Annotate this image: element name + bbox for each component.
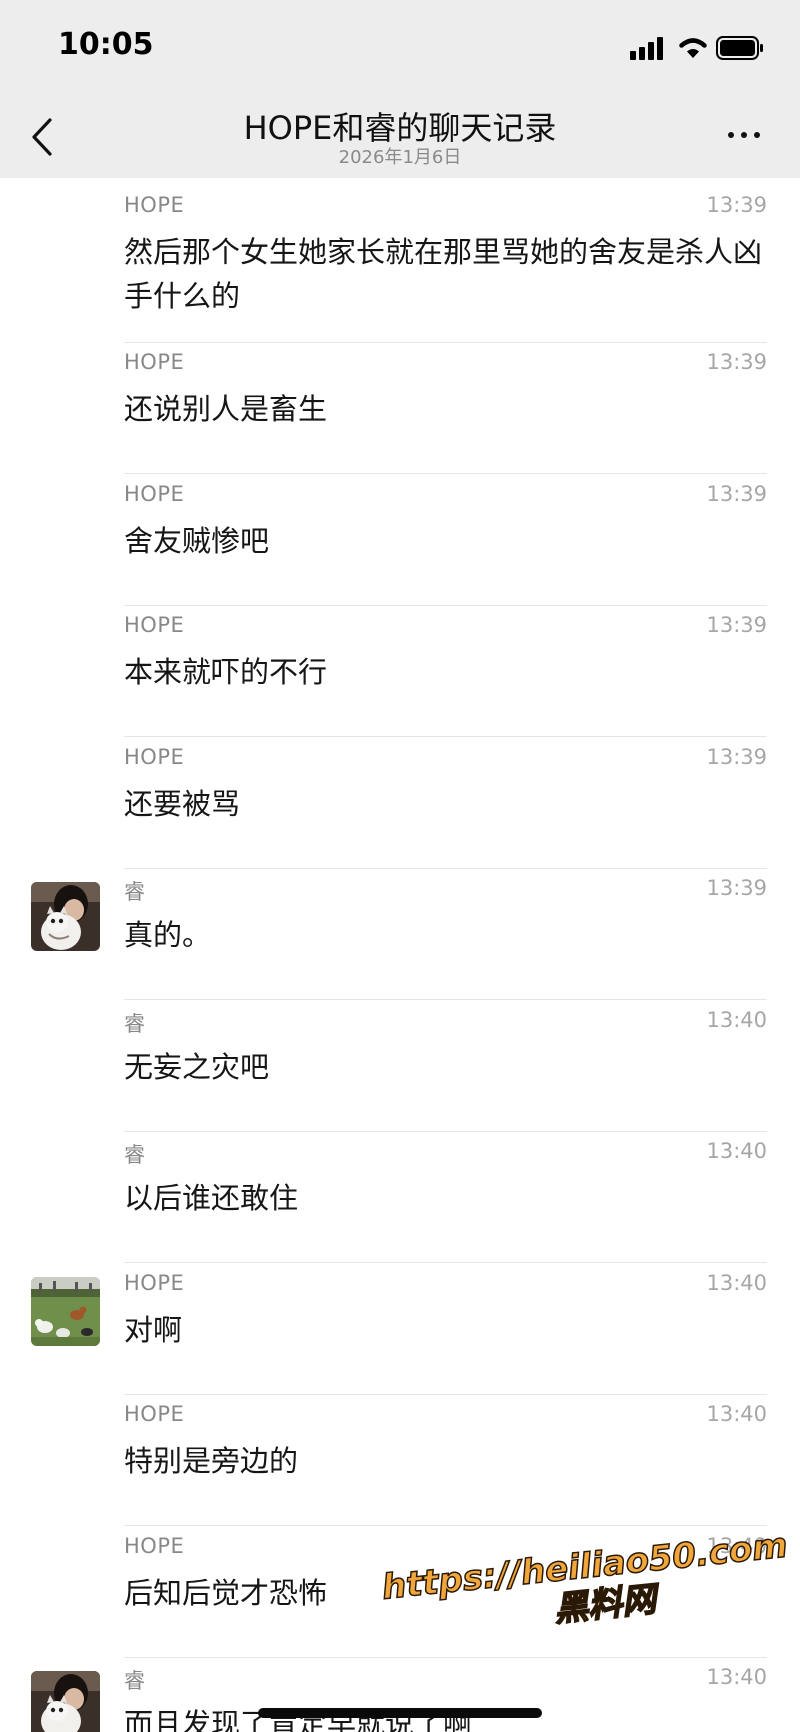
message-item: 睿 13:40 而且发现了肯定早就说了啊 bbox=[0, 1658, 800, 1732]
message-time: 13:39 bbox=[706, 482, 767, 506]
message-item: 睿 13:39 真的。 bbox=[0, 869, 800, 1000]
avatar-dogs-on-lawn-icon bbox=[31, 1277, 100, 1346]
message-text: 然后那个女生她家长就在那里骂她的舍友是杀人凶手什么的 bbox=[124, 235, 763, 313]
message-time: 13:39 bbox=[706, 193, 767, 217]
avatar-person-with-cat-icon bbox=[31, 882, 100, 951]
divider bbox=[124, 473, 767, 474]
wifi-icon bbox=[679, 38, 707, 58]
message-text: 舍友贼惨吧 bbox=[124, 524, 270, 558]
message-sender: 睿 bbox=[124, 1669, 146, 1693]
message-time: 13:40 bbox=[706, 1271, 767, 1295]
message-item: HOPE 13:40 特别是旁边的 bbox=[0, 1395, 800, 1526]
divider bbox=[124, 999, 767, 1000]
message-item: 睿 13:40 以后谁还敢住 bbox=[0, 1132, 800, 1263]
message-text: 无妄之灾吧 bbox=[124, 1050, 270, 1084]
message-time: 13:39 bbox=[706, 876, 767, 900]
message-time: 13:40 bbox=[706, 1665, 767, 1689]
message-sender: HOPE bbox=[124, 193, 185, 217]
message-time: 13:39 bbox=[706, 613, 767, 637]
message-item: HOPE 13:40 对啊 bbox=[0, 1264, 800, 1395]
back-chevron-icon[interactable] bbox=[22, 112, 66, 162]
message-text: 对啊 bbox=[124, 1313, 183, 1347]
divider bbox=[124, 1262, 767, 1263]
message-text: 以后谁还敢住 bbox=[124, 1181, 299, 1215]
message-item: HOPE 13:39 舍友贼惨吧 bbox=[0, 475, 800, 606]
message-item: 睿 13:40 无妄之灾吧 bbox=[0, 1001, 800, 1132]
message-time: 13:40 bbox=[706, 1139, 767, 1163]
message-time: 13:39 bbox=[706, 745, 767, 769]
cellular-signal-icon bbox=[630, 36, 666, 60]
home-indicator[interactable] bbox=[258, 1708, 542, 1718]
message-item: HOPE 13:39 还要被骂 bbox=[0, 738, 800, 869]
message-sender: HOPE bbox=[124, 350, 185, 374]
avatar[interactable] bbox=[31, 1671, 100, 1732]
message-sender: 睿 bbox=[124, 1012, 146, 1036]
message-sender: HOPE bbox=[124, 1534, 185, 1558]
divider bbox=[124, 736, 767, 737]
status-time: 10:05 bbox=[58, 27, 154, 62]
message-text: 还要被骂 bbox=[124, 787, 241, 821]
message-text: 特别是旁边的 bbox=[124, 1444, 299, 1478]
message-text: 本来就吓的不行 bbox=[124, 655, 328, 689]
message-text: 还说别人是畜生 bbox=[124, 392, 328, 426]
message-text: 真的。 bbox=[124, 918, 212, 952]
battery-icon bbox=[716, 36, 763, 60]
message-time: 13:40 bbox=[706, 1402, 767, 1426]
message-sender: HOPE bbox=[124, 613, 185, 637]
message-sender: 睿 bbox=[124, 880, 146, 904]
more-options-icon[interactable] bbox=[722, 122, 766, 148]
message-time: 13:39 bbox=[706, 350, 767, 374]
avatar-person-with-cat-icon bbox=[31, 1671, 100, 1732]
chat-date: 2026年1月6日 bbox=[338, 147, 462, 168]
message-list[interactable]: HOPE 13:39 然后那个女生她家长就在那里骂她的舍友是杀人凶手什么的 HO… bbox=[0, 178, 800, 1732]
message-sender: HOPE bbox=[124, 482, 185, 506]
message-time: 13:40 bbox=[706, 1008, 767, 1032]
message-sender: HOPE bbox=[124, 1271, 185, 1295]
avatar[interactable] bbox=[31, 882, 100, 951]
message-sender: HOPE bbox=[124, 1402, 185, 1426]
top-bar: 10:05 HOPE和睿的聊天记录 2026年1月6日 bbox=[0, 0, 800, 178]
message-sender: HOPE bbox=[124, 745, 185, 769]
message-item: HOPE 13:39 本来就吓的不行 bbox=[0, 606, 800, 737]
divider bbox=[124, 1525, 767, 1526]
avatar[interactable] bbox=[31, 1277, 100, 1346]
message-item: HOPE 13:39 还说别人是畜生 bbox=[0, 343, 800, 474]
message-item: HOPE 13:39 然后那个女生她家长就在那里骂她的舍友是杀人凶手什么的 bbox=[0, 186, 800, 343]
message-sender: 睿 bbox=[124, 1143, 146, 1167]
